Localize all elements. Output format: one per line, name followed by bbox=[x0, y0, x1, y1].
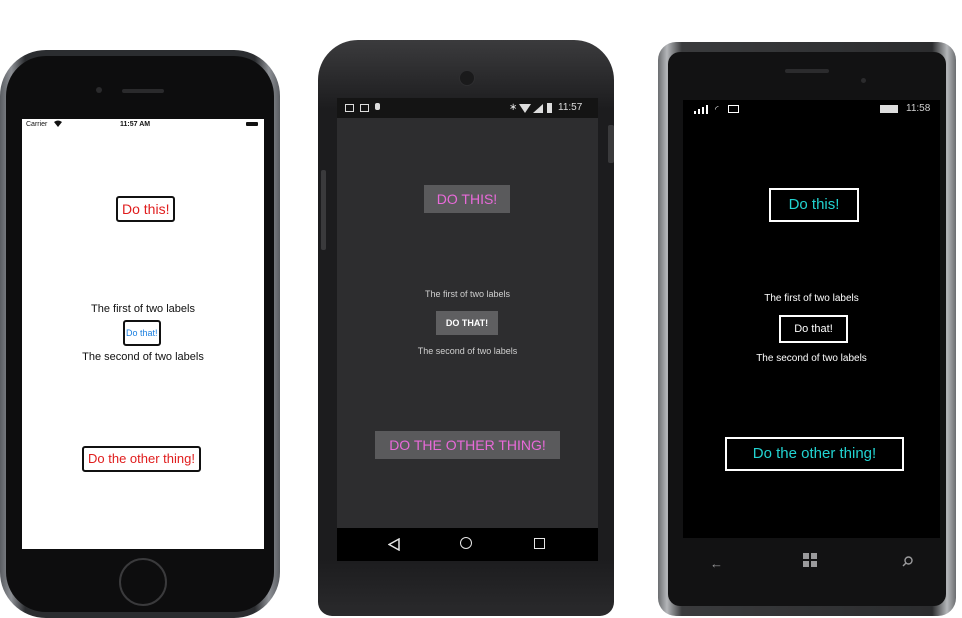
iphone-home-button[interactable] bbox=[119, 558, 167, 606]
second-label: The second of two labels bbox=[756, 353, 867, 364]
android-screen: ∗ 11:57 DO THIS! The first of two labels… bbox=[337, 98, 598, 561]
do-that-button[interactable]: Do that! bbox=[123, 320, 161, 346]
gallery-notification-icon bbox=[345, 104, 354, 112]
cell-signal-icon bbox=[694, 105, 710, 114]
debug-notification-icon bbox=[375, 103, 380, 110]
wifi-signal-icon bbox=[519, 104, 531, 113]
do-the-other-thing-button[interactable]: Do the other thing! bbox=[82, 446, 201, 472]
do-the-other-thing-button[interactable]: Do the other thing! bbox=[725, 437, 904, 471]
do-that-button[interactable]: DO THAT! bbox=[436, 311, 498, 335]
battery-icon bbox=[246, 122, 258, 126]
wifi-icon: ◜ bbox=[715, 104, 719, 114]
iphone-screen: Carrier 11:57 AM Do this! The first of t… bbox=[22, 119, 264, 549]
first-label: The first of two labels bbox=[91, 303, 195, 315]
winphone-camera bbox=[861, 78, 866, 83]
wifi-icon bbox=[54, 120, 62, 127]
cell-signal-icon bbox=[533, 104, 543, 113]
winphone-speaker bbox=[785, 69, 829, 73]
bluetooth-icon: ∗ bbox=[509, 102, 518, 113]
recents-icon[interactable] bbox=[534, 538, 545, 549]
winphone-clock: 11:58 bbox=[906, 103, 931, 114]
winphone-screen: ◜ 11:58 Do this! The first of two labels… bbox=[683, 100, 940, 538]
mail-notification-icon bbox=[360, 104, 369, 112]
android-clock: 11:57 bbox=[558, 102, 583, 113]
android-status-bar: ∗ 11:57 bbox=[337, 98, 598, 118]
second-label: The second of two labels bbox=[82, 351, 204, 363]
do-this-button[interactable]: Do this! bbox=[116, 196, 176, 222]
message-icon bbox=[728, 105, 739, 113]
ios-clock: 11:57 AM bbox=[120, 121, 151, 128]
battery-icon bbox=[547, 103, 552, 113]
second-label: The second of two labels bbox=[417, 346, 518, 356]
home-icon[interactable] bbox=[460, 537, 472, 549]
android-navigation-bar bbox=[337, 528, 598, 561]
do-this-button[interactable]: DO THIS! bbox=[424, 185, 510, 213]
back-arrow-icon[interactable]: ← bbox=[710, 556, 723, 571]
do-this-button[interactable]: Do this! bbox=[769, 188, 859, 222]
android-power-button bbox=[608, 125, 614, 163]
battery-icon bbox=[880, 105, 898, 113]
iphone-camera bbox=[96, 87, 102, 93]
search-icon[interactable] bbox=[902, 556, 913, 567]
android-side-button bbox=[321, 170, 326, 250]
carrier-label: Carrier bbox=[26, 121, 48, 128]
iphone-speaker bbox=[122, 89, 164, 93]
android-camera bbox=[459, 70, 475, 86]
back-icon[interactable] bbox=[388, 538, 400, 551]
do-that-button[interactable]: Do that! bbox=[779, 315, 848, 343]
do-the-other-thing-button[interactable]: DO THE OTHER THING! bbox=[375, 431, 560, 459]
first-label: The first of two labels bbox=[424, 289, 511, 299]
first-label: The first of two labels bbox=[764, 293, 859, 304]
windows-logo-icon[interactable] bbox=[803, 553, 817, 567]
